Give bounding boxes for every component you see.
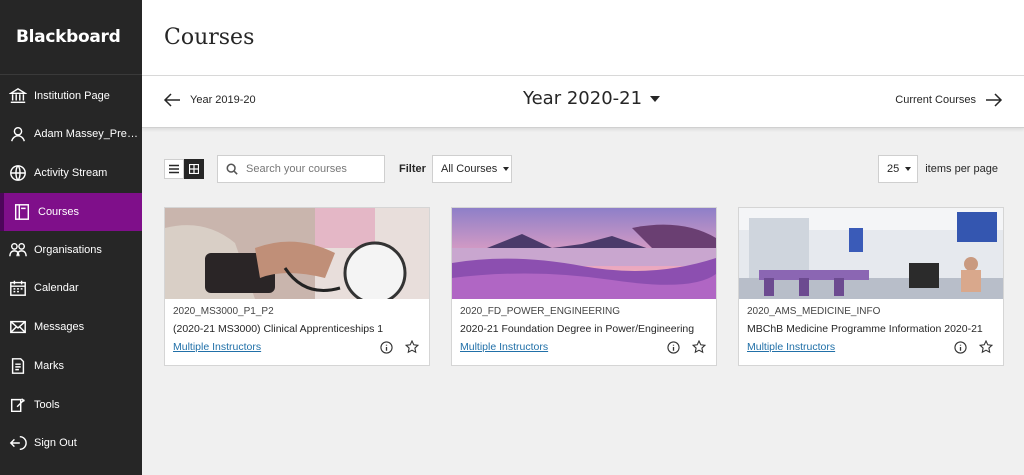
globe-icon xyxy=(8,163,28,183)
course-image xyxy=(165,208,429,299)
sidebar-item-label: Activity Stream xyxy=(34,167,108,179)
view-toggle xyxy=(164,159,204,179)
sidebar: Blackboard Institution Page Adam Massey_… xyxy=(0,0,142,475)
sidebar-item-marks[interactable]: Marks xyxy=(0,347,142,385)
sidebar-item-activity-stream[interactable]: Activity Stream xyxy=(0,154,142,192)
sidebar-item-label: Messages xyxy=(34,321,85,333)
course-card[interactable]: 2020_AMS_MEDICINE_INFO MBChB Medicine Pr… xyxy=(738,207,1004,366)
institution-icon xyxy=(8,86,28,106)
sidebar-item-messages[interactable]: Messages xyxy=(0,308,142,346)
course-title[interactable]: (2020-21 MS3000) Clinical Apprenticeship… xyxy=(173,323,383,335)
sidebar-item-label: Institution Page xyxy=(34,90,110,102)
sidebar-item-label: Marks xyxy=(34,360,64,372)
course-search xyxy=(217,155,385,183)
course-id: 2020_AMS_MEDICINE_INFO xyxy=(747,306,881,317)
instructors-link[interactable]: Multiple Instructors xyxy=(747,341,835,353)
sidebar-item-tools[interactable]: Tools xyxy=(0,386,142,424)
sidebar-item-label: Tools xyxy=(34,399,60,411)
user-icon xyxy=(8,124,28,144)
filter-select[interactable]: All Courses xyxy=(432,155,512,183)
filter-label: Filter xyxy=(399,163,426,175)
sidebar-item-label: Adam Massey_Previ... xyxy=(34,128,138,140)
arrow-right-icon xyxy=(986,93,1003,107)
arrow-left-icon xyxy=(163,93,180,107)
course-image xyxy=(452,208,716,299)
tools-icon xyxy=(8,395,28,415)
sidebar-item-sign-out[interactable]: Sign Out xyxy=(0,424,142,462)
sidebar-item-profile[interactable]: Adam Massey_Previ... xyxy=(0,115,142,153)
info-icon[interactable] xyxy=(380,341,393,354)
next-term-label: Current Courses xyxy=(895,94,976,106)
course-card[interactable]: 2020_FD_POWER_ENGINEERING 2020-21 Founda… xyxy=(451,207,717,366)
main-content: Courses Year 2019-20 Year 2020-21 Curren… xyxy=(142,0,1024,475)
current-term-label: Year 2020-21 xyxy=(523,88,643,109)
sign-out-icon xyxy=(8,433,28,453)
sidebar-item-courses[interactable]: Courses xyxy=(0,193,142,231)
course-image xyxy=(739,208,1003,299)
info-icon[interactable] xyxy=(954,341,967,354)
instructors-link[interactable]: Multiple Instructors xyxy=(460,341,548,353)
page-title: Courses xyxy=(164,25,255,50)
course-title[interactable]: 2020-21 Foundation Degree in Power/Engin… xyxy=(460,323,694,335)
previous-term-label: Year 2019-20 xyxy=(190,94,256,106)
grid-icon xyxy=(189,164,199,174)
current-courses-link[interactable]: Current Courses xyxy=(895,90,1004,110)
info-icon[interactable] xyxy=(667,341,680,354)
sidebar-item-label: Calendar xyxy=(34,282,79,294)
course-toolbar: Filter All Courses 25 items per page xyxy=(164,155,998,183)
sidebar-item-label: Sign Out xyxy=(34,437,77,449)
organisations-icon xyxy=(8,240,28,260)
filter-value: All Courses xyxy=(441,163,498,175)
calendar-icon xyxy=(8,278,28,298)
per-page-value: 25 xyxy=(887,163,900,175)
courses-icon xyxy=(12,202,32,222)
star-icon[interactable] xyxy=(692,340,706,354)
caret-down-icon xyxy=(503,167,510,171)
term-navigation: Year 2019-20 Year 2020-21 Current Course… xyxy=(142,76,1024,128)
sidebar-item-organisations[interactable]: Organisations xyxy=(0,231,142,269)
grid-view-button[interactable] xyxy=(184,159,204,179)
course-grid: 2020_MS3000_P1_P2 (2020-21 MS3000) Clini… xyxy=(164,207,1004,366)
page-header: Courses xyxy=(142,0,1024,76)
list-view-button[interactable] xyxy=(164,159,184,179)
course-title[interactable]: MBChB Medicine Programme Information 202… xyxy=(747,323,983,335)
previous-term-link[interactable]: Year 2019-20 xyxy=(162,90,256,110)
sidebar-item-label: Courses xyxy=(38,206,79,218)
items-per-page-select[interactable]: 25 xyxy=(878,155,918,183)
items-per-page-label: items per page xyxy=(925,163,998,175)
sidebar-item-institution-page[interactable]: Institution Page xyxy=(0,77,142,115)
messages-icon xyxy=(8,317,28,337)
list-icon xyxy=(169,164,179,174)
caret-down-icon xyxy=(650,95,661,102)
caret-down-icon xyxy=(905,167,912,171)
course-id: 2020_MS3000_P1_P2 xyxy=(173,306,274,317)
search-input[interactable] xyxy=(246,163,376,175)
current-term-dropdown[interactable]: Year 2020-21 xyxy=(523,88,661,109)
sidebar-item-calendar[interactable]: Calendar xyxy=(0,269,142,307)
blackboard-logo[interactable]: Blackboard xyxy=(0,0,142,75)
sidebar-item-label: Organisations xyxy=(34,244,102,256)
course-id: 2020_FD_POWER_ENGINEERING xyxy=(460,306,621,317)
star-icon[interactable] xyxy=(979,340,993,354)
star-icon[interactable] xyxy=(405,340,419,354)
search-icon xyxy=(226,163,238,175)
course-card[interactable]: 2020_MS3000_P1_P2 (2020-21 MS3000) Clini… xyxy=(164,207,430,366)
marks-icon xyxy=(8,356,28,376)
instructors-link[interactable]: Multiple Instructors xyxy=(173,341,261,353)
